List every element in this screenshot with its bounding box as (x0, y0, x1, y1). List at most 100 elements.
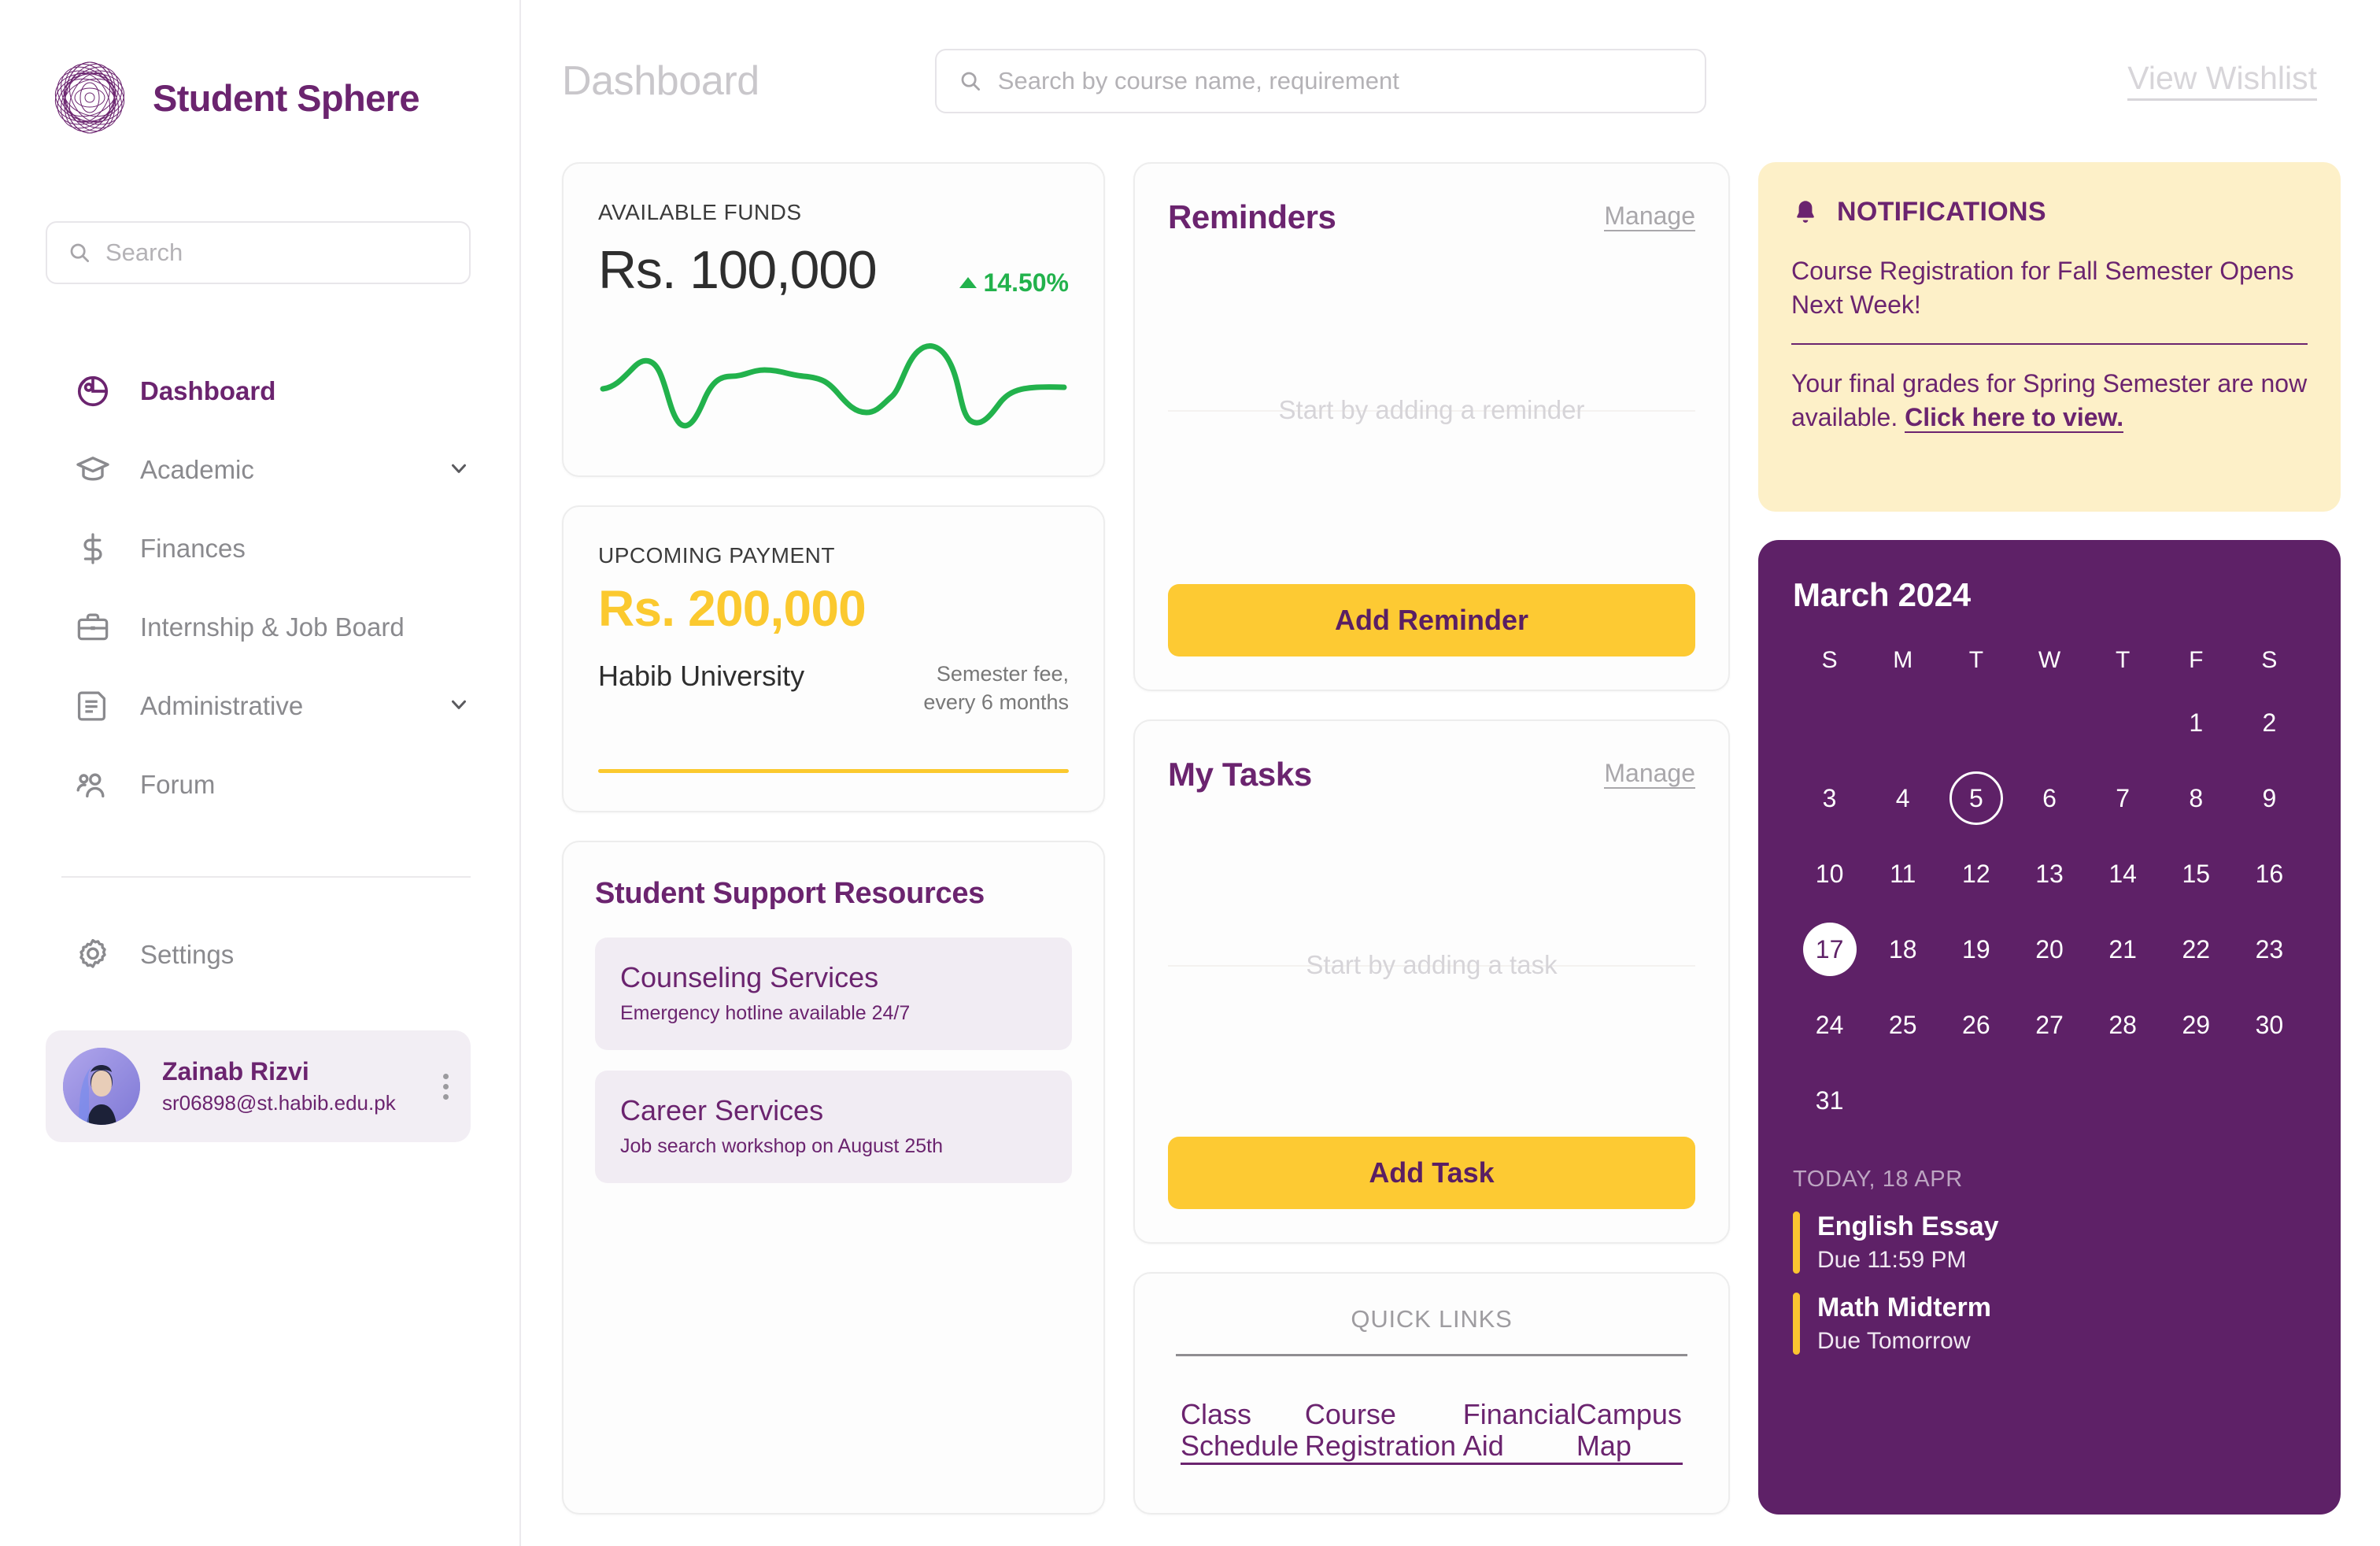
calendar-day-number: 28 (2108, 1010, 2137, 1039)
calendar-day-26[interactable]: 26 (1939, 987, 2012, 1063)
calendar-day-number: 12 (1962, 859, 1990, 888)
calendar-day-11[interactable]: 11 (1866, 836, 1939, 912)
calendar-day-2[interactable]: 2 (2233, 685, 2306, 760)
calendar-day-19[interactable]: 19 (1939, 912, 2012, 987)
calendar-day-number: 15 (2182, 859, 2211, 888)
calendar-event-math-midterm[interactable]: Math Midterm Due Tomorrow (1793, 1293, 2306, 1355)
calendar-day-23[interactable]: 23 (2233, 912, 2306, 987)
sidebar-item-forum[interactable]: Forum (0, 745, 519, 824)
add-reminder-button[interactable]: Add Reminder (1168, 584, 1695, 656)
sidebar-item-label: Academic (140, 455, 254, 484)
brand: Student Sphere (0, 0, 519, 139)
tasks-title: My Tasks (1168, 756, 1312, 793)
support-item-title: Career Services (620, 1094, 824, 1126)
chevron-down-icon[interactable] (447, 457, 471, 484)
calendar-day-21[interactable]: 21 (2086, 912, 2160, 987)
calendar-day-12[interactable]: 12 (1939, 836, 2012, 912)
support-title: Student Support Resources (595, 877, 985, 910)
quick-link-financial-aid[interactable]: Financial Aid (1462, 1398, 1576, 1465)
available-funds-label: AVAILABLE FUNDS (598, 200, 802, 224)
calendar-card: March 2024 S M T W T F S 1 2 3 4 5 6 7 8 9 10 11 12 13 14 15 1… (1758, 540, 2341, 1515)
sidebar-item-administrative[interactable]: Administrative (0, 667, 519, 745)
support-item-counseling[interactable]: Counseling Services Emergency hotline av… (595, 938, 1072, 1050)
calendar-day-18[interactable]: 18 (1866, 912, 1939, 987)
reminders-card: Reminders Manage Start by adding a remin… (1133, 162, 1730, 691)
calendar-day-25[interactable]: 25 (1866, 987, 1939, 1063)
event-title: English Essay (1817, 1211, 1999, 1241)
calendar-day-7[interactable]: 7 (2086, 760, 2160, 836)
calendar-day-13[interactable]: 13 (2012, 836, 2086, 912)
calendar-day-30[interactable]: 30 (2233, 987, 2306, 1063)
sidebar-item-settings[interactable]: Settings (0, 915, 519, 994)
support-item-career[interactable]: Career Services Job search workshop on A… (595, 1071, 1072, 1183)
sidebar-item-dashboard[interactable]: Dashboard (0, 352, 519, 431)
event-title: Math Midterm (1817, 1293, 1991, 1322)
calendar-day-10[interactable]: 10 (1793, 836, 1866, 912)
calendar-day-31[interactable]: 31 (1793, 1063, 1866, 1138)
calendar-day-8[interactable]: 8 (2160, 760, 2233, 836)
calendar-day-4[interactable]: 4 (1866, 760, 1939, 836)
kebab-menu-icon[interactable] (443, 1073, 449, 1100)
view-wishlist-link[interactable]: View Wishlist (2127, 61, 2317, 101)
calendar-day-5[interactable]: 5 (1939, 760, 2012, 836)
calendar-blank-cell (1866, 685, 1939, 760)
calendar-day-number: 21 (2108, 934, 2137, 963)
calendar-day-24[interactable]: 24 (1793, 987, 1866, 1063)
calendar-day-15[interactable]: 15 (2160, 836, 2233, 912)
bell-icon (1797, 200, 1814, 223)
calendar-day-1[interactable]: 1 (2160, 685, 2233, 760)
event-due: Due Tomorrow (1817, 1328, 1971, 1354)
reminders-manage-link[interactable]: Manage (1604, 203, 1695, 231)
reminders-title: Reminders (1168, 198, 1336, 235)
calendar-day-9[interactable]: 9 (2233, 760, 2306, 836)
chevron-down-icon[interactable] (447, 693, 471, 720)
upcoming-payment-meta: Habib University Semester fee, every 6 m… (598, 660, 1069, 717)
calendar-event-english-essay[interactable]: English Essay Due 11:59 PM (1793, 1211, 2306, 1274)
calendar-day-number: 11 (1890, 859, 1916, 888)
quick-link-class-schedule[interactable]: Class Schedule (1181, 1398, 1305, 1465)
quick-links-row: Class Schedule Course Registration Finan… (1171, 1398, 1692, 1465)
calendar-day-20[interactable]: 20 (2012, 912, 2086, 987)
calendar-weekday-2: T (1968, 647, 1984, 673)
search-icon (70, 243, 89, 262)
course-search-input[interactable]: Search by course name, requirement (934, 49, 1706, 113)
sidebar-search[interactable]: Search (46, 221, 471, 284)
calendar-day-number: 22 (2182, 934, 2211, 963)
upcoming-payment-note: Semester fee, every 6 months (923, 660, 1069, 717)
calendar-blank-cell (1939, 685, 2012, 760)
calendar-day-number: 30 (2255, 1010, 2284, 1039)
calendar-day-3[interactable]: 3 (1793, 760, 1866, 836)
upcoming-payment-note-line1: Semester fee, (936, 662, 1069, 686)
calendar-day-6[interactable]: 6 (2012, 760, 2086, 836)
sidebar-item-finances[interactable]: Finances (0, 509, 519, 588)
sidebar-nav: Dashboard Academic Finances Internship &… (0, 352, 519, 824)
funds-sparkline-chart (600, 343, 1067, 429)
notification-item-2: Your final grades for Spring Semester ar… (1791, 367, 2308, 434)
notifications-divider (1791, 343, 2308, 346)
course-search-placeholder: Search by course name, requirement (997, 67, 1399, 94)
calendar-blank-cell (2086, 685, 2160, 760)
quick-link-course-registration[interactable]: Course Registration (1304, 1398, 1463, 1465)
add-task-button[interactable]: Add Task (1168, 1137, 1695, 1209)
calendar-day-14[interactable]: 14 (2086, 836, 2160, 912)
column-right: NOTIFICATIONS Course Registration for Fa… (1758, 162, 2341, 1515)
calendar-day-22[interactable]: 22 (2160, 912, 2233, 987)
sidebar-item-academic[interactable]: Academic (0, 431, 519, 509)
calendar-day-number: 5 (1949, 771, 2003, 825)
calendar-day-number: 26 (1962, 1010, 1990, 1039)
app-root: Student Sphere Search Dashboard Academic… (0, 0, 2380, 1546)
notification-item-2-link[interactable]: Click here to view. (1905, 402, 2124, 433)
available-funds-card: AVAILABLE FUNDS Rs. 100,000 14.50% (562, 162, 1105, 477)
calendar-day-16[interactable]: 16 (2233, 836, 2306, 912)
sidebar-item-label: Administrative (140, 691, 304, 720)
calendar-day-27[interactable]: 27 (2012, 987, 2086, 1063)
upcoming-payment-progress-bar (598, 769, 1069, 773)
sidebar-item-internship-job-board[interactable]: Internship & Job Board (0, 588, 519, 667)
quick-link-campus-map[interactable]: Campus Map (1576, 1398, 1683, 1465)
support-item-subtitle: Job search workshop on August 25th (620, 1135, 943, 1157)
user-profile-card[interactable]: Zainab Rizvi sr06898@st.habib.edu.pk (46, 1030, 471, 1142)
calendar-day-29[interactable]: 29 (2160, 987, 2233, 1063)
calendar-day-28[interactable]: 28 (2086, 987, 2160, 1063)
tasks-manage-link[interactable]: Manage (1604, 760, 1695, 789)
calendar-day-17[interactable]: 17 (1793, 912, 1866, 987)
